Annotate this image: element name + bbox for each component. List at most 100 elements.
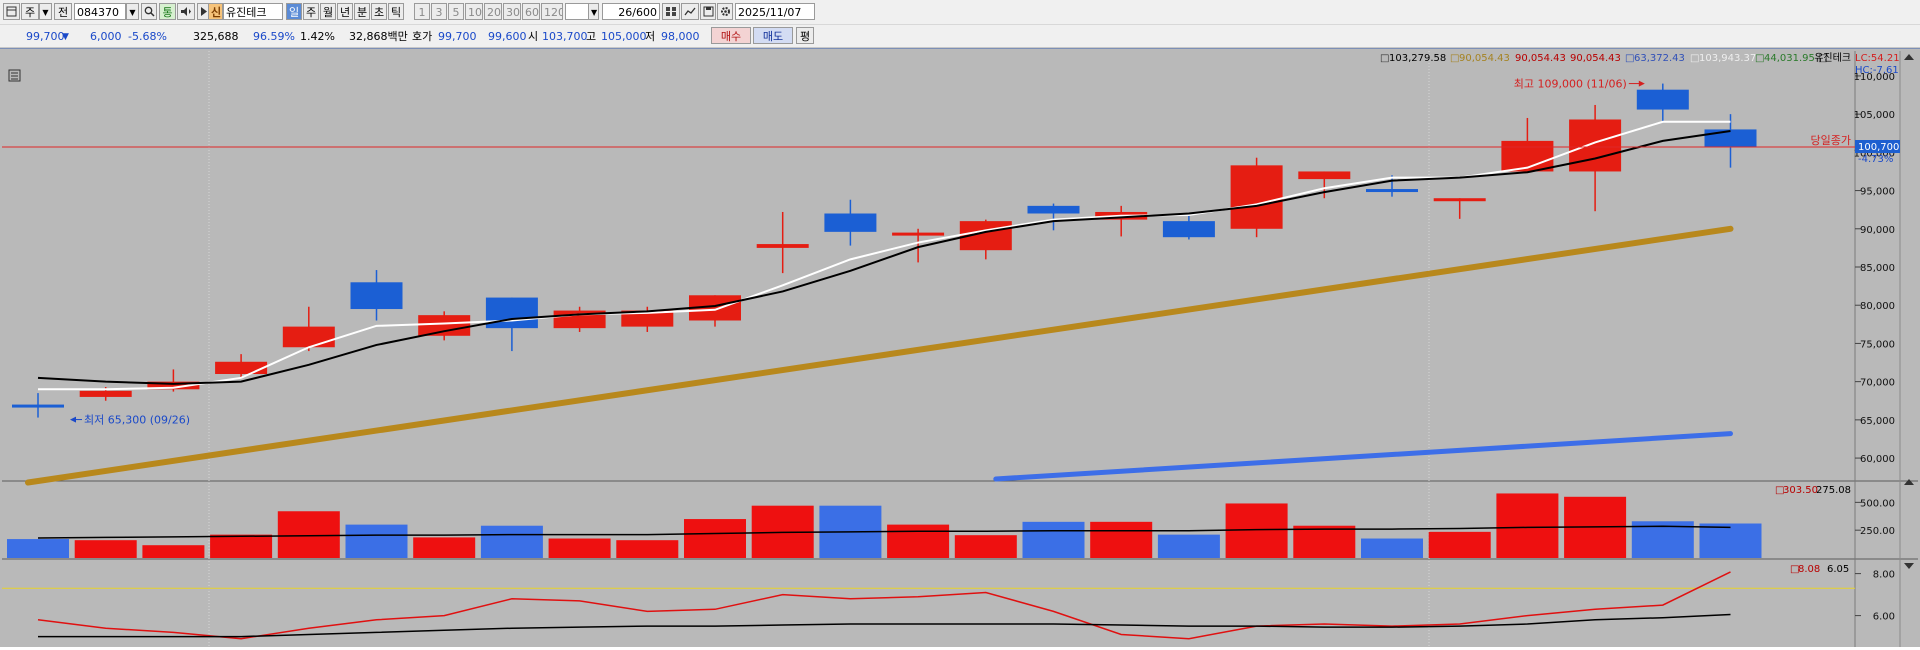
pyeong-button[interactable]: 평: [796, 27, 814, 44]
candle-body: [12, 404, 64, 408]
buy-button[interactable]: 매수: [711, 27, 751, 44]
volume-bar: [1361, 538, 1423, 558]
volume-bar: [480, 525, 543, 558]
volume-bar: [1090, 521, 1153, 558]
code-dropdown[interactable]: ▼: [126, 3, 139, 20]
hoga-label: 호가: [412, 30, 433, 43]
ask-price: 99,700: [438, 30, 477, 43]
low-annotation: 최저 65,300 (09/26): [84, 414, 190, 427]
volume-tick-label: 500.00: [1860, 498, 1895, 509]
high-label: 고: [586, 30, 597, 43]
price-tick-label: 60,000: [1860, 454, 1895, 465]
display-count-input[interactable]: 26/600: [602, 3, 660, 20]
interval-1-button[interactable]: 1: [414, 3, 430, 20]
volume-bar: [1496, 493, 1559, 558]
jeon-button[interactable]: 전: [54, 3, 72, 20]
high-annotation: 최고 109,000 (11/06): [1514, 78, 1627, 91]
volume-bar: [345, 524, 408, 558]
date-input[interactable]: 2025/11/07: [735, 3, 815, 20]
down-arrow-icon: ▼: [62, 32, 69, 42]
volume-bar: [684, 519, 746, 558]
volume-bar: [210, 534, 273, 558]
osc-legend-b: 6.05: [1827, 564, 1849, 575]
interval-3-button[interactable]: 3: [431, 3, 447, 20]
legend-value-4: 90,054.43: [1570, 53, 1621, 64]
volume-bar: [1428, 531, 1491, 558]
candle-body: [79, 390, 132, 397]
candle-body: [215, 361, 268, 374]
price-tick-label: 105,000: [1854, 110, 1895, 121]
volume-legend-b: 275.08: [1816, 485, 1851, 496]
candle-body: [1366, 189, 1418, 193]
stock-code-input[interactable]: 084370: [74, 3, 126, 20]
candle-body: [350, 282, 403, 310]
volume-bar: [1022, 521, 1085, 558]
price-tick-label: 85,000: [1860, 263, 1895, 274]
turnover-rate: 1.42%: [300, 30, 335, 43]
grid-icon[interactable]: [662, 3, 680, 20]
volume-bar: [413, 537, 476, 558]
tong-button[interactable]: 통: [159, 3, 176, 20]
shin-badge: 신: [208, 3, 223, 20]
market-dropdown[interactable]: ▼: [39, 3, 52, 20]
period-tick-tab[interactable]: 틱: [388, 3, 404, 20]
price-tick-label: 75,000: [1860, 339, 1895, 350]
legend-value-6: 103,943.37: [1699, 53, 1756, 64]
interval-10-button[interactable]: 10: [465, 3, 483, 20]
period-day-tab[interactable]: 일: [286, 3, 302, 20]
period-month-tab[interactable]: 월: [320, 3, 336, 20]
period-second-tab[interactable]: 초: [371, 3, 387, 20]
chart-line-icon[interactable]: [681, 3, 699, 20]
stock-chart-area[interactable]: 110,000 105,000 100,000 95,000 90,000 85,000 8…: [0, 48, 1920, 647]
legend-stock-name-right: 유진테크: [1814, 52, 1851, 64]
volume-bar: [616, 540, 679, 558]
trade-amount: 32,868백만: [349, 30, 408, 43]
panel-menu-icon[interactable]: [8, 69, 21, 82]
period-year-tab[interactable]: 년: [337, 3, 353, 20]
window-icon[interactable]: [3, 3, 20, 20]
volume-bar: [1293, 525, 1356, 558]
save-icon[interactable]: [700, 3, 716, 20]
interval-30-button[interactable]: 30: [503, 3, 521, 20]
candlestick-chart[interactable]: 110,000105,000100,00095,00090,00085,0008…: [0, 49, 1920, 647]
interval-20-button[interactable]: 20: [484, 3, 502, 20]
speaker-icon[interactable]: [177, 3, 195, 20]
volume-bar: [548, 538, 611, 558]
candle-body: [418, 315, 471, 336]
candle-body: [1704, 129, 1757, 148]
volume-bar: [954, 535, 1017, 558]
price-panel-bg: [2, 51, 1854, 481]
open-price: 103,700: [542, 30, 588, 43]
low-label: 저: [645, 30, 656, 43]
search-icon[interactable]: [141, 3, 157, 20]
interval-120-button[interactable]: 120: [541, 3, 563, 20]
sell-button[interactable]: 매도: [753, 27, 793, 44]
market-button[interactable]: 주: [21, 3, 39, 20]
close-price-pct: -4.73%: [1858, 154, 1893, 165]
candle-body: [485, 297, 538, 329]
current-price: 99,700: [26, 30, 65, 43]
legend-hc: HC:-7.61: [1855, 65, 1899, 76]
period-week-tab[interactable]: 주: [303, 3, 319, 20]
candle-body: [1027, 205, 1080, 214]
volume-legend-a: 303.50: [1783, 485, 1818, 496]
stock-name-field[interactable]: 유진테크: [223, 3, 283, 20]
candle-body: [1162, 221, 1215, 238]
legend-lc: LC:54.21: [1855, 53, 1900, 64]
price-change: 6,000: [90, 30, 122, 43]
legend-value-1: 103,279.58: [1389, 53, 1446, 64]
interval-dropdown[interactable]: ▼: [588, 3, 599, 20]
gear-icon[interactable]: [717, 3, 733, 20]
close-price-label: 당일종가: [1811, 133, 1851, 147]
low-price: 98,000: [661, 30, 700, 43]
bid-price: 99,600: [488, 30, 527, 43]
volume-bar: [1699, 523, 1762, 558]
price-tick-label: 80,000: [1860, 301, 1895, 312]
interval-60-button[interactable]: 60: [522, 3, 540, 20]
interval-5-button[interactable]: 5: [448, 3, 464, 20]
legend-value-7: 44,031.95: [1764, 53, 1815, 64]
volume-bar: [887, 524, 950, 558]
price-tick-label: 90,000: [1860, 225, 1895, 236]
period-minute-tab[interactable]: 분: [354, 3, 370, 20]
volume-bar: [74, 540, 137, 558]
